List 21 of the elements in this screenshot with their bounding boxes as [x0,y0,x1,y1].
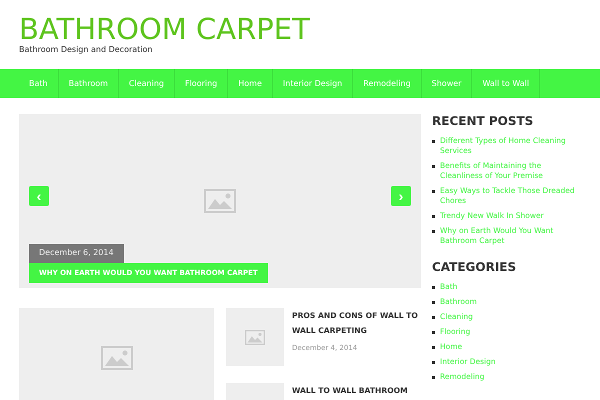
next-button[interactable]: › [391,186,411,206]
post-thumbnail[interactable] [19,308,214,400]
nav-item[interactable]: Shower [422,69,472,98]
nav-item[interactable]: Bathroom [58,69,119,98]
image-placeholder-icon [204,189,236,213]
widget-title: CATEGORIES [432,260,516,274]
slide-date: December 6, 2014 [29,244,124,263]
image-placeholder-icon [245,330,265,344]
nav-item[interactable]: Interior Design [272,69,354,98]
image-placeholder-icon [100,346,132,370]
site-tagline: Bathroom Design and Decoration [19,45,152,54]
nav-item[interactable]: Bath [19,69,59,98]
nav-item[interactable]: Remodeling [353,69,422,98]
widget-title: RECENT POSTS [432,114,534,128]
previous-button[interactable]: ‹ [29,186,49,206]
post-thumbnail[interactable] [226,308,284,366]
nav-item[interactable]: Home [228,69,273,98]
site-title[interactable]: BATHROOM CARPET [19,14,310,44]
nav-item[interactable]: Cleaning [118,69,175,98]
nav-item[interactable]: Flooring [174,69,228,98]
nav-item[interactable]: Wall to Wall [472,69,540,98]
